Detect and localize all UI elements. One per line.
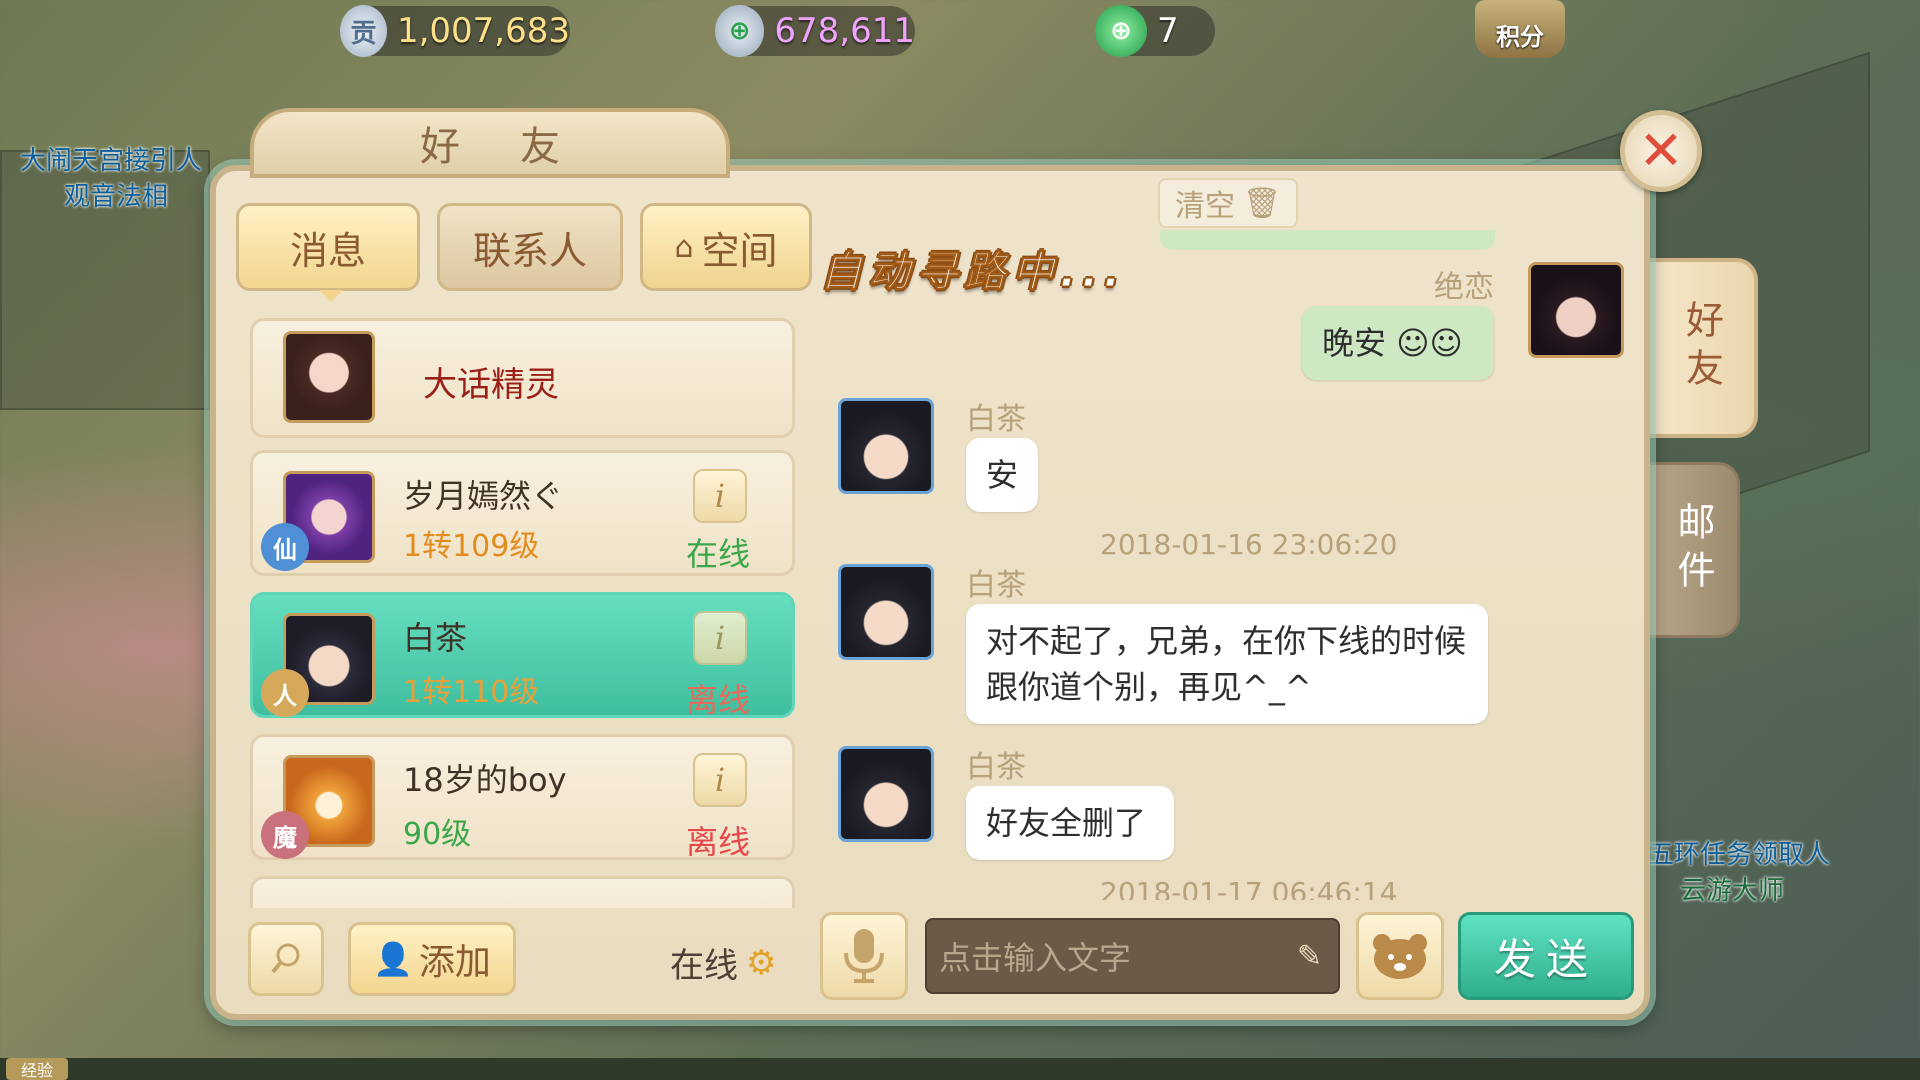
friend-status: 离线 [686, 681, 751, 719]
jade-counter[interactable]: ⊕ 7 [1095, 5, 1215, 57]
message-sender: 绝恋 [1434, 270, 1494, 305]
close-button[interactable]: ✕ [1620, 110, 1702, 192]
friend-name: 大话精灵 [423, 365, 559, 405]
contribution-icon: 贡 [340, 5, 387, 57]
online-filter[interactable]: 在线 ⚙ [670, 938, 776, 987]
avatar [283, 331, 375, 423]
race-badge: 魔 [261, 811, 309, 859]
search-button[interactable] [248, 922, 324, 996]
tab-space-label: 空间 [701, 228, 778, 273]
contact-avatar [838, 564, 934, 660]
message-sender: 白茶 [966, 568, 1026, 603]
clear-chat-button[interactable]: 清空 🗑 [1158, 178, 1298, 228]
send-button[interactable]: 发送 [1458, 912, 1634, 1000]
silver-ingot-icon: ⊕ [715, 5, 765, 57]
gear-icon: ⚙ [746, 942, 777, 983]
message-sender: 白茶 [966, 750, 1026, 785]
side-tab-friends[interactable]: 好友 [1650, 258, 1758, 438]
jade-icon: ⊕ [1095, 5, 1147, 57]
race-badge: 仙 [261, 523, 309, 571]
message-bubble: 对不起了，兄弟，在你下线的时候跟你道个别，再见^_^ [966, 604, 1488, 724]
message-timestamp: 2018-01-16 23:06:20 [1100, 528, 1398, 561]
trash-icon: 🗑 [1242, 185, 1282, 221]
microphone-icon [844, 929, 884, 983]
experience-bar [0, 1058, 1920, 1080]
online-filter-label: 在线 [670, 946, 738, 986]
friend-level: 1转110级 [403, 675, 540, 710]
close-icon: ✕ [1638, 119, 1684, 182]
message-text: 晚安 [1322, 324, 1387, 362]
info-button[interactable]: i [693, 469, 747, 523]
friend-name: 白茶 [403, 619, 468, 657]
friend-item[interactable]: 魔 18岁的boy 90级 i 离线 [250, 734, 795, 861]
contact-avatar [838, 398, 934, 494]
message-timestamp: 2018-01-17 06:46:14 [1100, 876, 1398, 900]
friend-list[interactable]: 大话精灵 仙 岁月嫣然ぐ 1转109级 i 在线 人 白茶 1转110级 i 离… [250, 318, 795, 908]
tab-messages[interactable]: 消息 [236, 203, 420, 302]
npc-label: 五环任务领取人 [1648, 840, 1831, 870]
chat-input-placeholder: 点击输入文字 [939, 939, 1132, 977]
currency-bar: 贡 1,007,683 ⊕ 678,611 ⊕ 7 [330, 0, 1580, 62]
side-tab-mail[interactable]: 邮件 [1650, 462, 1740, 638]
emoji-button[interactable] [1356, 912, 1444, 1000]
friend-name: 18岁的boy [403, 761, 567, 799]
previous-bubble-edge [1160, 230, 1495, 250]
race-badge: 人 [261, 669, 309, 717]
panel-title-tab: 好友 [250, 108, 750, 178]
home-icon: ⌂ [674, 229, 694, 265]
add-user-icon: 👤 [373, 940, 413, 978]
jade-value: 7 [1157, 11, 1179, 51]
timestamp-clip: 2018-01-17 06:46:14 [1100, 876, 1397, 900]
friend-item[interactable]: 仙 岁月嫣然ぐ 1转109级 i 在线 [250, 450, 795, 576]
pencil-icon: ✎ [1296, 938, 1322, 974]
npc-label: 云游大师 [1680, 876, 1785, 906]
friend-status: 在线 [686, 535, 751, 573]
info-button[interactable]: i [693, 611, 747, 665]
points-button[interactable]: 积分 [1475, 0, 1565, 58]
contribution-value: 1,007,683 [396, 11, 570, 51]
message-bubble: 好友全删了 [966, 786, 1174, 860]
friend-item-spirit[interactable]: 大话精灵 [250, 318, 795, 438]
friend-level: 1转109级 [403, 529, 540, 564]
tab-contacts[interactable]: 联系人 [437, 203, 623, 291]
contact-avatar [838, 746, 934, 842]
message-bubble: 安 [966, 438, 1038, 512]
voice-button[interactable] [820, 912, 908, 1000]
friend-item-partial[interactable] [250, 876, 795, 908]
silver-counter[interactable]: ⊕ 678,611 [715, 5, 915, 57]
contribution-counter: 贡 1,007,683 [340, 5, 570, 57]
panel-title: 好友 [420, 124, 620, 170]
search-icon [271, 943, 300, 974]
friend-item-selected[interactable]: 人 白茶 1转110级 i 离线 [250, 592, 795, 719]
auto-pathing-banner: 自动寻路中... [820, 247, 1126, 297]
add-friend-button[interactable]: 👤 添加 [348, 922, 516, 996]
tab-space[interactable]: ⌂ 空间 [640, 203, 812, 291]
friend-level: 90级 [403, 817, 472, 852]
chat-input[interactable]: 点击输入文字 ✎ [925, 918, 1340, 994]
experience-label: 经验 [6, 1058, 68, 1080]
bear-face-icon [1373, 934, 1427, 979]
add-friend-label: 添加 [418, 942, 491, 983]
my-avatar [1528, 262, 1624, 358]
silver-value: 678,611 [774, 11, 915, 51]
message-sender: 白茶 [966, 402, 1026, 437]
message-bubble-mine: 晚安 ☺☺ [1302, 306, 1494, 380]
emoji-icon: ☺☺ [1386, 324, 1463, 362]
friend-status: 离线 [686, 823, 751, 861]
npc-label: 大闹天宫接引人 [20, 146, 203, 176]
friend-name: 岁月嫣然ぐ [403, 477, 564, 515]
info-button[interactable]: i [693, 753, 747, 807]
npc-label: 观音法相 [64, 182, 169, 212]
clear-label: 清空 [1174, 189, 1235, 224]
